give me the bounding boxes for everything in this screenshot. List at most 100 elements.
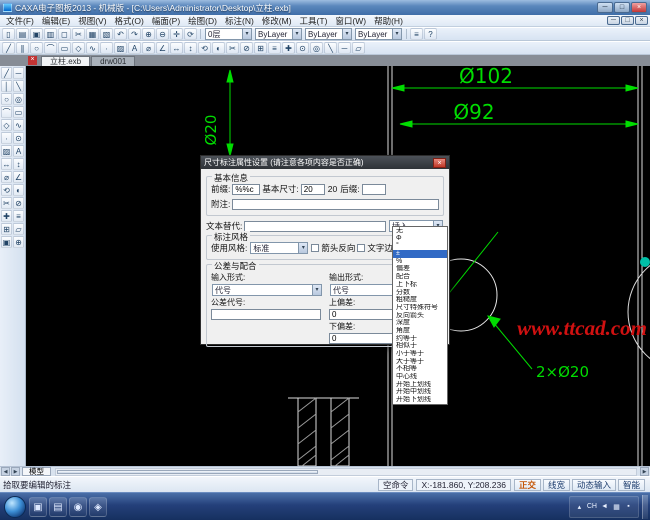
cut-icon[interactable]: ✂ — [72, 28, 85, 40]
trim-tool-icon[interactable]: ✂ — [1, 197, 12, 209]
zoom-out-icon[interactable]: ⊖ — [156, 28, 169, 40]
donut-tool-icon[interactable]: ⊙ — [13, 132, 24, 144]
donut-icon[interactable]: ⊙ — [296, 42, 309, 54]
dropdown-item[interactable]: 尺寸特殊符号 — [393, 304, 447, 312]
redo-icon[interactable]: ↷ — [128, 28, 141, 40]
status-toggle[interactable]: 智能 — [618, 479, 645, 491]
pan-icon[interactable]: ✛ — [170, 28, 183, 40]
dropdown-item[interactable]: 上下标 — [393, 281, 447, 289]
dropdown-item[interactable]: 小于等于 — [393, 350, 447, 358]
dim-20-text[interactable]: Ø20 — [202, 115, 220, 146]
text-tool-icon[interactable]: A — [13, 145, 24, 157]
color-combo[interactable]: ByLayer▾ — [255, 28, 302, 40]
taskbar-explorer-icon[interactable]: ▤ — [49, 497, 67, 517]
prefix-input[interactable] — [232, 184, 260, 195]
tray-language-icon[interactable]: CH — [587, 503, 597, 510]
dropdown-item[interactable]: ° — [393, 242, 447, 250]
circle-tool-icon[interactable]: ○ — [1, 93, 12, 105]
regen-icon[interactable]: ⟳ — [184, 28, 197, 40]
taskbar-media-icon[interactable]: ◈ — [89, 497, 107, 517]
menu-item[interactable]: 修改(M) — [258, 15, 296, 27]
dropdown-item[interactable]: 中心线 — [393, 373, 447, 381]
model-tab[interactable]: 模型 — [22, 467, 51, 476]
menu-item[interactable]: 幅面(P) — [148, 15, 184, 27]
paste-icon[interactable]: ▧ — [100, 28, 113, 40]
show-desktop-button[interactable] — [642, 495, 648, 519]
concentric-circle-tool-icon[interactable]: ◎ — [13, 93, 24, 105]
hatch-icon[interactable]: ▨ — [114, 42, 127, 54]
dialog-titlebar[interactable]: 尺寸标注属性设置 (请注意各项内容是否正确) × — [201, 156, 449, 169]
dropdown-item[interactable]: 角度 — [393, 327, 447, 335]
mdi-close-button[interactable]: × — [635, 16, 648, 25]
menu-item[interactable]: 帮助(H) — [370, 15, 407, 27]
taskbar-caxa-icon[interactable]: ▣ — [29, 497, 47, 517]
scroll-right-icon[interactable]: ▶ — [640, 467, 649, 476]
parallelogram-tool-icon[interactable]: ▱ — [13, 223, 24, 235]
tab-scroll-left-icon[interactable]: ◀ — [1, 467, 10, 476]
trim-icon[interactable]: ✂ — [226, 42, 239, 54]
dropdown-item[interactable]: 粗糙度 — [393, 296, 447, 304]
backslash-line-tool-icon[interactable]: ╲ — [13, 80, 24, 92]
status-toggle[interactable]: 动态输入 — [572, 479, 616, 491]
dropdown-item[interactable]: Φ — [393, 235, 447, 243]
new-icon[interactable]: ▯ — [2, 28, 15, 40]
status-toggle[interactable]: 线宽 — [543, 479, 570, 491]
chamfer-icon[interactable]: ╲ — [324, 42, 337, 54]
line-icon[interactable]: ╱ — [2, 42, 15, 54]
erase-tool-icon[interactable]: ⊘ — [13, 197, 24, 209]
menu-item[interactable]: 窗口(W) — [331, 15, 370, 27]
dropdown-item[interactable]: 约等于 — [393, 335, 447, 343]
zoom-tool-icon[interactable]: ⊕ — [13, 236, 24, 248]
basic-dim-input[interactable] — [301, 184, 325, 195]
tray-up-icon[interactable]: ▴ — [575, 503, 584, 511]
tray-network-icon[interactable]: ▦ — [612, 503, 621, 511]
dropdown-item[interactable]: 大于等于 — [393, 358, 447, 366]
parallel-line-icon[interactable]: ∥ — [16, 42, 29, 54]
hatch-tool-icon[interactable]: ▨ — [1, 145, 12, 157]
suffix-input[interactable] — [362, 184, 386, 195]
polygon-icon[interactable]: ◇ — [72, 42, 85, 54]
save-icon[interactable]: ▣ — [30, 28, 43, 40]
print-preview-icon[interactable]: ◻ — [58, 28, 71, 40]
chevron-down-icon[interactable]: ▾ — [342, 29, 351, 39]
tab-scroll-right-icon[interactable]: ▶ — [11, 467, 20, 476]
taskbar-browser-icon[interactable]: ◉ — [69, 497, 87, 517]
chevron-down-icon[interactable]: ▾ — [312, 285, 321, 295]
angle-dim-tool-icon[interactable]: ∠ — [13, 171, 24, 183]
diameter-dim-tool-icon[interactable]: ⌀ — [1, 171, 12, 183]
right-arc[interactable] — [628, 252, 650, 372]
line-tool-icon[interactable]: ╱ — [1, 67, 12, 79]
menu-item[interactable]: 文件(F) — [2, 15, 38, 27]
rectangle-icon[interactable]: ▭ — [58, 42, 71, 54]
use-style-combo[interactable]: 标准▾ — [250, 242, 308, 254]
scrollbar-thumb[interactable] — [57, 470, 318, 474]
horizontal-scrollbar[interactable] — [55, 468, 637, 476]
help-icon[interactable]: ? — [424, 28, 437, 40]
mirror-tool-icon[interactable]: ◐ — [13, 184, 24, 196]
dropdown-item[interactable]: % — [393, 258, 447, 266]
dim-92-text[interactable]: Ø92 — [453, 100, 494, 124]
layer-combo[interactable]: 0层▾ — [205, 28, 252, 40]
spline-tool-icon[interactable]: ∿ — [13, 119, 24, 131]
point-icon[interactable]: ∙ — [100, 42, 113, 54]
hline-icon[interactable]: ─ — [338, 42, 351, 54]
dropdown-item[interactable]: 配合 — [393, 273, 447, 281]
array-tool-icon[interactable]: ⊞ — [1, 223, 12, 235]
lineweight-combo[interactable]: ByLayer▾ — [355, 28, 402, 40]
linetype-combo[interactable]: ByLayer▾ — [305, 28, 352, 40]
mdi-minimize-button[interactable]: ─ — [607, 16, 620, 25]
mirror-icon[interactable]: ◐ — [212, 42, 225, 54]
block-tool-icon[interactable]: ▣ — [1, 236, 12, 248]
tray-volume-icon[interactable]: ◄ — [600, 503, 609, 510]
linear-dim-icon[interactable]: ↔ — [170, 42, 183, 54]
dropdown-item[interactable]: 相似于 — [393, 342, 447, 350]
tab-close-icon[interactable]: × — [28, 56, 37, 65]
polygon-tool-icon[interactable]: ◇ — [1, 119, 12, 131]
delete-icon[interactable]: ⊘ — [240, 42, 253, 54]
menu-item[interactable]: 绘图(D) — [184, 15, 221, 27]
dialog-close-button[interactable]: × — [433, 158, 446, 168]
dropdown-item[interactable]: 分数 — [393, 289, 447, 297]
menu-item[interactable]: 编辑(E) — [38, 15, 74, 27]
open-icon[interactable]: ▤ — [16, 28, 29, 40]
tray-clock-icon[interactable]: ▪ — [624, 503, 633, 510]
